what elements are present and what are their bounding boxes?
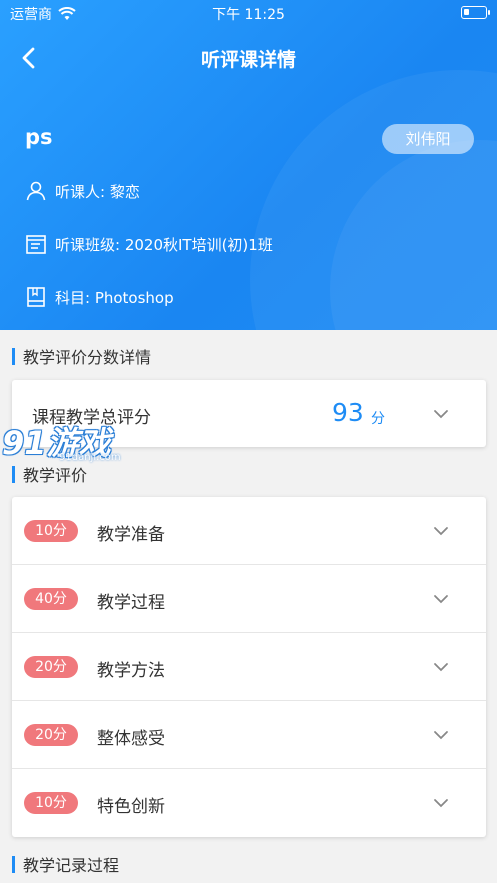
- total-score-label: 课程教学总评分: [32, 408, 151, 428]
- points-badge: 20分: [24, 656, 78, 678]
- eval-item-name: 特色创新: [97, 797, 165, 817]
- evaluation-list: 10分 教学准备 40分 教学过程 20分 教学方法 20分 整体感受 10分 …: [12, 497, 486, 837]
- subject-row: 科目: Photoshop: [25, 286, 174, 308]
- class-row: 听课班级: 2020秋IT培训(初)1班: [25, 233, 273, 255]
- chevron-down-icon[interactable]: [433, 523, 449, 539]
- chevron-down-icon[interactable]: [433, 659, 449, 675]
- eval-item[interactable]: 10分 教学准备: [12, 497, 486, 565]
- user-icon: [25, 180, 47, 202]
- subject-text: 科目: Photoshop: [55, 288, 174, 307]
- listener-text: 听课人: 黎恋: [55, 182, 140, 201]
- listener-row: 听课人: 黎恋: [25, 180, 140, 202]
- class-icon: [25, 233, 47, 255]
- header-banner: 运营商 下午 11:25 听评课详情 ps 刘伟阳 听课人: 黎恋 听课班级: …: [0, 0, 497, 330]
- score-section-header: 教学评价分数详情: [12, 344, 151, 368]
- points-badge: 40分: [24, 588, 78, 610]
- eval-item[interactable]: 20分 整体感受: [12, 701, 486, 769]
- eval-item-name: 教学过程: [97, 593, 165, 613]
- eval-section-header: 教学评价: [12, 462, 87, 486]
- chevron-down-icon[interactable]: [433, 591, 449, 607]
- points-badge: 10分: [24, 520, 78, 542]
- points-badge: 20分: [24, 724, 78, 746]
- battery-icon: [461, 6, 490, 19]
- chevron-down-icon[interactable]: [433, 795, 449, 811]
- total-score-unit: 分: [371, 411, 385, 427]
- eval-item-name: 教学准备: [97, 525, 165, 545]
- eval-item[interactable]: 10分 特色创新: [12, 769, 486, 837]
- page-title: 听评课详情: [200, 49, 296, 71]
- teacher-badge: 刘伟阳: [382, 124, 474, 154]
- class-text: 听课班级: 2020秋IT培训(初)1班: [55, 235, 273, 254]
- eval-item-name: 整体感受: [97, 729, 165, 749]
- points-badge: 10分: [24, 792, 78, 814]
- total-score-card[interactable]: 课程教学总评分 93 分: [12, 380, 486, 447]
- nav-bar: 听评课详情: [0, 30, 497, 86]
- record-section-header: 教学记录过程: [12, 852, 119, 876]
- chevron-down-icon[interactable]: [433, 406, 449, 422]
- eval-item[interactable]: 40分 教学过程: [12, 565, 486, 633]
- course-name: ps: [25, 125, 53, 149]
- chevron-down-icon[interactable]: [433, 727, 449, 743]
- record-section-title: 教学记录过程: [23, 856, 120, 875]
- eval-section-title: 教学评价: [23, 466, 88, 485]
- score-section-title: 教学评价分数详情: [23, 348, 152, 367]
- eval-item[interactable]: 20分 教学方法: [12, 633, 486, 701]
- status-bar: 运营商 下午 11:25: [0, 0, 497, 26]
- total-score-value: 93: [332, 398, 364, 427]
- status-time: 下午 11:25: [212, 7, 285, 23]
- book-icon: [25, 286, 47, 308]
- eval-item-name: 教学方法: [97, 661, 165, 681]
